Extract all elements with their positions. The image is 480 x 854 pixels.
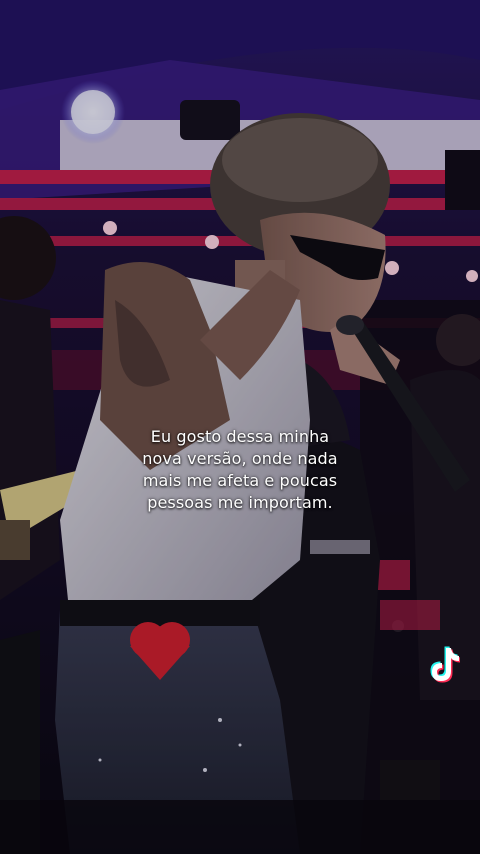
caption-line: mais me afeta e poucas	[142, 471, 338, 490]
caption-line: nova versão, onde nada	[142, 449, 338, 468]
tiktok-icon	[430, 646, 460, 683]
caption-line: pessoas me importam.	[147, 493, 333, 512]
caption-text: Eu gosto dessa minha nova versão, onde n…	[90, 426, 390, 514]
video-frame: Eu gosto dessa minha nova versão, onde n…	[0, 0, 480, 854]
caption-line: Eu gosto dessa minha	[150, 427, 330, 446]
